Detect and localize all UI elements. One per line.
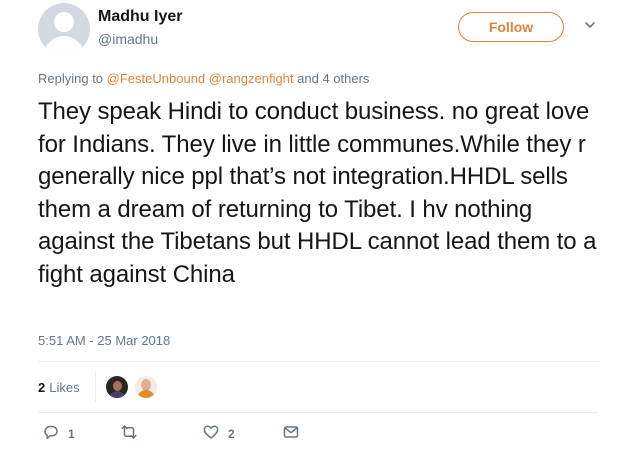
- reply-context: Replying to @FesteUnbound @rangzenfight …: [38, 71, 369, 86]
- liker-body-shape: [137, 390, 155, 398]
- mention-link[interactable]: @FesteUnbound: [107, 71, 205, 86]
- retweet-button[interactable]: [120, 423, 146, 446]
- tweet-timestamp[interactable]: 5:51 AM - 25 Mar 2018: [38, 333, 170, 348]
- like-button[interactable]: 2: [202, 423, 235, 446]
- avatar-head-shape: [54, 12, 74, 32]
- liker-avatar[interactable]: [135, 376, 157, 398]
- heart-icon: [202, 423, 220, 446]
- stat-separator: [95, 372, 96, 402]
- envelope-icon: [282, 423, 300, 446]
- divider: [38, 412, 598, 413]
- likes-count: 2: [38, 379, 46, 395]
- reply-context-suffix[interactable]: and 4 others: [297, 71, 369, 86]
- tweet-text: They speak Hindi to conduct business. no…: [38, 98, 597, 288]
- liker-face-shape: [113, 381, 122, 391]
- likes-stat[interactable]: 2 Likes: [38, 372, 80, 402]
- divider: [38, 361, 598, 362]
- likes-label: Likes: [49, 379, 80, 395]
- liker-body-shape: [109, 391, 125, 398]
- direct-message-button[interactable]: [282, 425, 300, 443]
- like-count: 2: [228, 427, 235, 441]
- reply-icon: [42, 423, 60, 446]
- liker-avatar[interactable]: [106, 376, 128, 398]
- chevron-down-icon[interactable]: [582, 17, 598, 33]
- avatar[interactable]: [38, 3, 90, 55]
- avatar-body-shape: [44, 36, 84, 55]
- retweet-icon: [120, 423, 138, 446]
- reply-count: 1: [68, 427, 75, 441]
- mention-link[interactable]: @rangzenfight: [209, 71, 294, 86]
- reply-button[interactable]: 1: [42, 425, 75, 443]
- follow-button[interactable]: Follow: [458, 12, 564, 42]
- user-handle[interactable]: @imadhu: [98, 31, 158, 47]
- display-name[interactable]: Madhu Iyer: [98, 8, 182, 26]
- reply-context-prefix: Replying to: [38, 71, 104, 86]
